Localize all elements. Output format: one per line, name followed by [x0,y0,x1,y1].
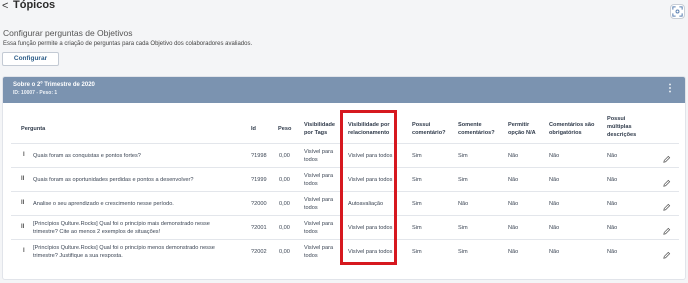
comments-required: Não [549,225,560,231]
scan-icon[interactable] [670,4,685,19]
header-visibilidade-tags: Visibilidade por Tags [304,122,335,136]
edit-pencil-icon[interactable] [662,151,672,163]
section-subtitle: Configurar perguntas de Objetivos [3,28,133,38]
question-weight: 0,00 [279,177,290,183]
configure-button[interactable]: Configurar [2,52,59,66]
drag-handle-icon[interactable]: I [23,248,25,254]
allow-na: Não [508,249,519,255]
header-possui-comentario: Possui comentário? [412,122,446,136]
visibility-tags-line2: todos [304,205,318,211]
visibility-relationship-highlight [340,110,397,265]
allow-na: Não [508,153,519,159]
back-chevron-icon[interactable]: < [2,0,8,12]
question-text: Quais foram as conquistas e pontos forte… [33,153,141,159]
visibility-tags-line1: Visível para [304,221,334,227]
top-bar: < Tópicos [0,0,688,14]
only-comments: Sim [458,177,468,183]
drag-handle-icon[interactable]: I [23,152,25,158]
visibility-tags-line1: Visível para [304,173,334,179]
question-id: ?1999 [251,177,267,183]
question-weight: 0,00 [279,201,290,207]
multiple-descriptions: Não [607,153,618,159]
only-comments: Sim [458,225,468,231]
question-id: ?2000 [251,201,267,207]
allow-na: Não [508,177,519,183]
only-comments: Sim [458,249,468,255]
question-text: Analise o seu aprendizado e crescimento … [33,201,174,207]
question-text-line1: [Princípios Qulture.Rocks] Qual foi o pr… [33,245,215,251]
drag-handle-icon[interactable]: II [21,176,24,182]
multiple-descriptions: Não [607,201,618,207]
has-comment: Sim [412,177,422,183]
allow-na: Não [508,225,519,231]
visibility-tags-line2: todos [304,253,318,259]
visibility-tags-line2: todos [304,157,318,163]
has-comment: Sim [412,201,422,207]
visibility-tags-line1: Visível para [304,197,334,203]
multiple-descriptions: Não [607,177,618,183]
card-title: Sobre o 2º Trimestre de 2020 [13,82,95,88]
only-comments: Sim [458,153,468,159]
question-weight: 0,00 [279,249,290,255]
header-peso: Peso [278,126,292,132]
question-id: ?2002 [251,249,267,255]
card-subtitle: ID: 10007 - Peso: 1 [13,90,58,96]
question-id: ?2001 [251,225,267,231]
card-header: Sobre o 2º Trimestre de 2020 ID: 10007 -… [3,77,685,103]
header-somente-comentarios: Somente comentários? [458,122,495,136]
header-id: Id [251,126,256,132]
visibility-tags-line2: todos [304,229,318,235]
page-title: Tópicos [13,0,56,11]
multiple-descriptions: Não [607,225,618,231]
section-description: Essa função permite a criação de pergunt… [3,41,253,47]
question-text-line2: trimestre? Justifique a sua resposta. [33,253,123,259]
comments-required: Não [549,177,560,183]
kebab-menu-icon[interactable]: ⋮ [665,84,675,94]
edit-pencil-icon[interactable] [662,199,672,211]
allow-na: Não [508,201,519,207]
header-multiplas-descricoes: Possui múltiplas descrições [607,116,637,138]
drag-handle-icon[interactable]: II [21,200,24,206]
comments-required: Não [549,201,560,207]
visibility-tags-line2: todos [304,181,318,187]
question-weight: 0,00 [279,225,290,231]
header-pergunta: Pergunta [21,126,46,132]
question-weight: 0,00 [279,153,290,159]
visibility-tags-line1: Visível para [304,149,334,155]
comments-required: Não [549,153,560,159]
header-comentarios-obrigatorios: Comentários são obrigatórios [549,122,595,136]
question-text: Quais foram as oportunidades perdidas e … [33,177,194,183]
has-comment: Sim [412,153,422,159]
edit-pencil-icon[interactable] [662,223,672,235]
question-id: ?1998 [251,153,267,159]
scan-icon-graphic [672,6,683,17]
edit-pencil-icon[interactable] [662,247,672,259]
has-comment: Sim [412,225,422,231]
question-text-line2: trimestre? Cite ao menos 2 exemplos de s… [33,229,161,235]
question-text-line1: [Princípios Qulture.Rocks] Qual foi o pr… [33,221,210,227]
multiple-descriptions: Não [607,249,618,255]
header-permitir-na: Permitir opção N/A [508,122,536,136]
drag-handle-icon[interactable]: II [21,224,24,230]
only-comments: Não [458,201,469,207]
edit-pencil-icon[interactable] [662,175,672,187]
comments-required: Não [549,249,560,255]
visibility-tags-line1: Visível para [304,245,334,251]
has-comment: Sim [412,249,422,255]
